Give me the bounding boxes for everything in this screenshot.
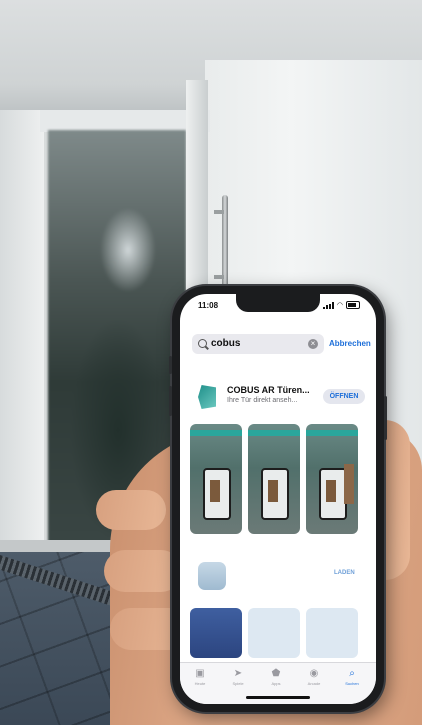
home-indicator	[246, 696, 310, 699]
tab-arcade[interactable]: ◉ Arcade	[296, 668, 332, 687]
app-screenshot[interactable]	[306, 424, 358, 534]
get-button[interactable]: LADEN	[334, 570, 355, 576]
phone-screen: 11:08 ◠ cobus × Abbrechen COBUS AR Türen…	[180, 294, 376, 704]
battery-icon	[346, 301, 360, 309]
tab-apps[interactable]: ⬟ Apps	[258, 668, 294, 687]
apps-stack-icon: ⬟	[271, 668, 281, 679]
status-icons: ◠	[322, 301, 360, 309]
tab-today[interactable]: ▣ Heute	[182, 668, 218, 687]
notch	[236, 294, 320, 312]
search-row: cobus × Abbrechen	[192, 334, 371, 354]
screenshot-phone	[319, 468, 347, 520]
screenshot-banner	[190, 430, 242, 436]
volume-up-button	[169, 386, 172, 416]
joystick-icon: ◉	[309, 668, 319, 679]
app-screenshot[interactable]	[248, 424, 300, 534]
search-icon: ⌕	[349, 668, 355, 679]
mute-switch	[169, 356, 172, 374]
tab-label: Suchen	[345, 681, 359, 686]
app-name: COBUS AR Türen...	[227, 385, 310, 395]
signal-icon	[322, 301, 334, 309]
tab-label: Arcade	[307, 681, 321, 686]
tab-search[interactable]: ⌕ Suchen	[334, 668, 370, 687]
wifi-icon: ◠	[336, 302, 343, 309]
finger	[104, 550, 182, 592]
app-screenshot[interactable]	[190, 608, 242, 658]
search-query: cobus	[211, 338, 241, 349]
screenshot-banner	[306, 430, 358, 436]
app-screenshot[interactable]	[190, 424, 242, 534]
door-handle-mount-bottom	[214, 275, 224, 279]
app-screenshot[interactable]	[248, 608, 300, 658]
search-result-second[interactable]: LADEN	[194, 562, 364, 592]
status-time: 11:08	[198, 301, 219, 310]
today-icon: ▣	[195, 668, 205, 679]
app-screenshot[interactable]	[306, 608, 358, 658]
smartphone: 11:08 ◠ cobus × Abbrechen COBUS AR Türen…	[169, 286, 387, 712]
search-result-cobus[interactable]: COBUS AR Türen... Ihre Tür direkt anseh.…	[194, 382, 365, 412]
finger	[96, 490, 166, 530]
door-frame-left	[0, 110, 44, 560]
tab-games[interactable]: ➤ Spiele	[220, 668, 256, 687]
screenshot-phone	[203, 468, 231, 520]
tab-label: Apps	[271, 681, 281, 686]
cobus-app-icon	[198, 385, 216, 409]
screenshot-gallery[interactable]	[190, 424, 366, 534]
search-icon	[198, 339, 207, 348]
power-button	[384, 396, 387, 440]
tab-label: Heute	[194, 681, 206, 686]
app-subtitle: Ihre Tür direkt anseh...	[227, 397, 298, 404]
clear-icon[interactable]: ×	[308, 339, 318, 349]
screenshot-banner	[248, 430, 300, 436]
screenshot-phone	[261, 468, 289, 520]
second-screenshot-gallery[interactable]	[190, 608, 366, 658]
rocket-icon: ➤	[233, 668, 243, 679]
tab-label: Spiele	[232, 681, 244, 686]
open-button[interactable]: ÖFFNEN	[323, 389, 365, 404]
door-frame-top	[40, 110, 210, 132]
screenshot-door	[344, 464, 354, 504]
cancel-button[interactable]: Abbrechen	[329, 339, 371, 348]
search-input[interactable]: cobus ×	[192, 334, 324, 354]
door-handle-mount-top	[214, 210, 224, 214]
second-app-icon	[198, 562, 226, 590]
